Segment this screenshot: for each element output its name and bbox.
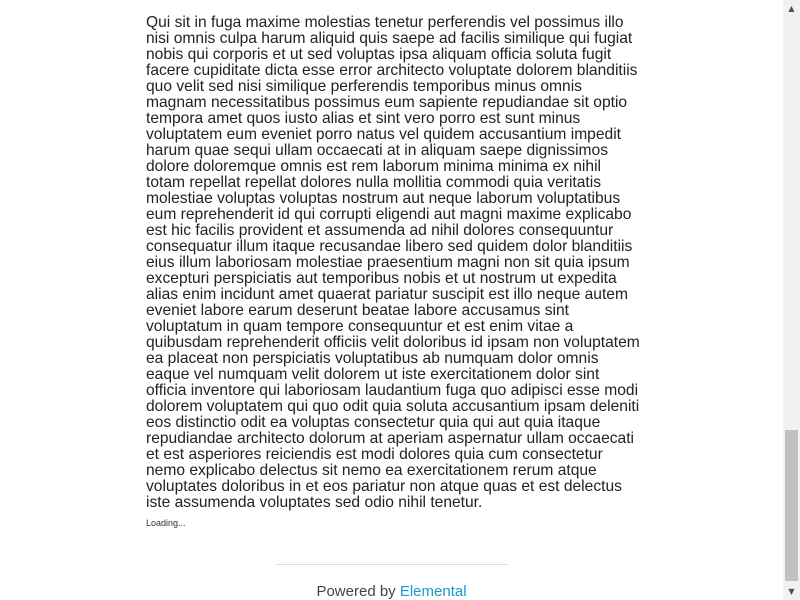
article-body: Qui sit in fuga maxime molestias tenetur…	[146, 14, 640, 511]
footer-divider	[275, 564, 508, 565]
scroll-down-arrow-icon[interactable]: ▼	[783, 583, 800, 600]
powered-by-text: Powered by Elemental	[0, 583, 783, 600]
loading-indicator: Loading...	[146, 518, 186, 528]
vertical-scrollbar[interactable]: ▲ ▼	[783, 0, 800, 600]
scroll-up-arrow-icon[interactable]: ▲	[783, 0, 800, 17]
scrollbar-thumb[interactable]	[785, 430, 798, 581]
footer: Powered by Elemental	[0, 564, 783, 600]
elemental-link[interactable]: Elemental	[400, 583, 467, 600]
page-viewport: Qui sit in fuga maxime molestias tenetur…	[0, 0, 800, 600]
powered-by-label: Powered by	[316, 583, 400, 600]
main-content: Qui sit in fuga maxime molestias tenetur…	[146, 15, 640, 529]
